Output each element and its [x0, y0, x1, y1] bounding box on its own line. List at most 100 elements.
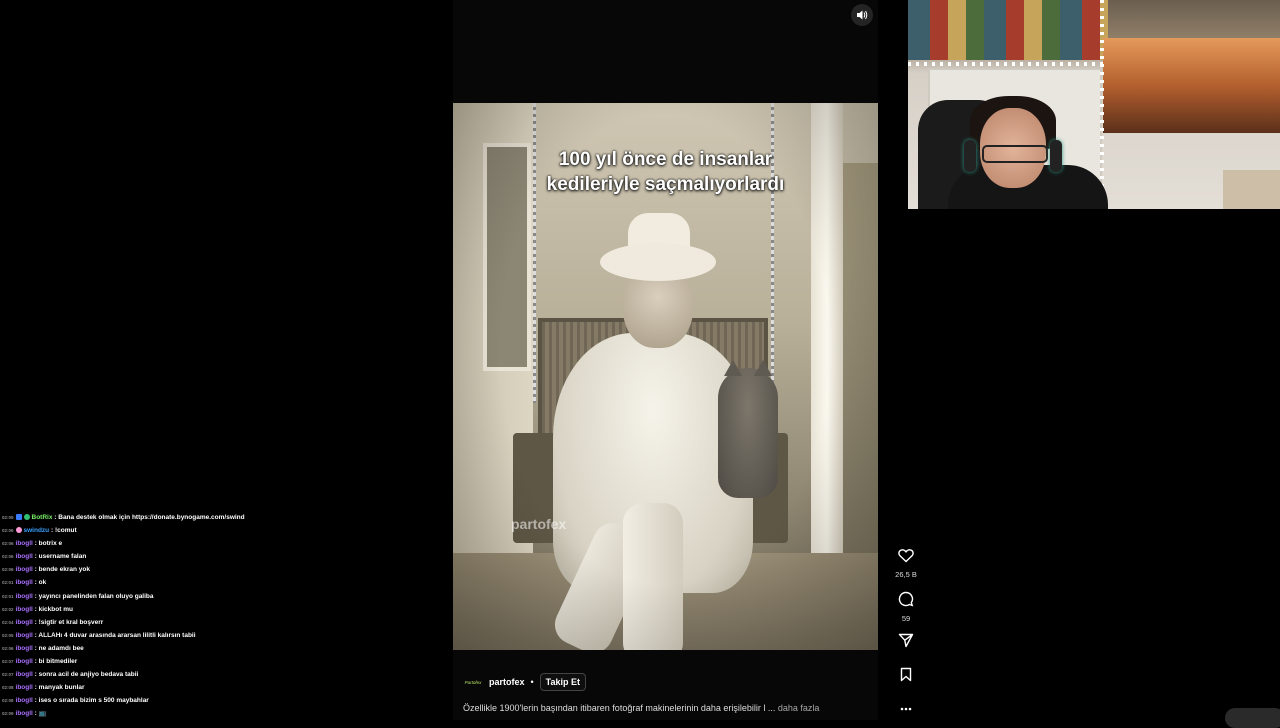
follow-button[interactable]: Takip Et — [539, 673, 587, 691]
webcam-overlay — [908, 0, 1280, 209]
headset — [964, 140, 976, 172]
chat-username[interactable]: ibogll — [16, 632, 33, 639]
glasses — [982, 145, 1048, 163]
send-icon — [898, 633, 914, 648]
chat-timestamp: 02:01 — [2, 580, 14, 586]
wall-posters — [908, 0, 1108, 60]
chat-message: 02:02 ibogll : kickbot mu — [2, 603, 422, 616]
chat-username[interactable]: ibogll — [16, 566, 33, 573]
chat-username[interactable]: ibogll — [16, 593, 33, 600]
chat-text: kickbot mu — [38, 605, 73, 613]
chat-message: 02:04 ibogll : !sigtir et kral boşverr — [2, 616, 422, 629]
chat-timestamp: 02:05 — [2, 515, 14, 520]
chat-timestamp: 02:06 — [2, 567, 14, 573]
chat-timestamp: 02:07 — [2, 672, 14, 678]
headset — [1050, 140, 1062, 172]
corner-widget — [1225, 708, 1280, 728]
avatar[interactable]: Partofex — [463, 675, 483, 689]
chat-username[interactable]: ibogll — [16, 684, 33, 691]
verified-badge-icon — [23, 514, 30, 521]
caption-line-1: 100 yıl önce de insanlar — [558, 149, 773, 170]
chat-username[interactable]: ibogll — [16, 606, 33, 613]
chat-text: manyak bunlar — [38, 684, 85, 692]
chat-text: !comut — [54, 527, 77, 535]
chat-username[interactable]: ibogll — [16, 579, 33, 586]
mute-button[interactable] — [851, 4, 873, 26]
description-text: Özellikle 1900'lerin başından itibaren f… — [463, 703, 776, 713]
chat-username[interactable]: ibogll — [16, 658, 33, 665]
chat-text: bi bitmediler — [38, 658, 78, 666]
chat-text: yayıncı panelinden falan oluyo galiba — [38, 592, 154, 600]
chat-text: 📺 — [38, 710, 47, 718]
bookmark-icon — [900, 667, 912, 682]
chat-username[interactable]: ibogll — [16, 710, 33, 717]
desk-shelf — [1223, 170, 1280, 209]
chat-username[interactable]: ibogll — [16, 540, 33, 547]
reel-video[interactable]: 100 yıl önce de insanlar kedileriyle saç… — [453, 103, 878, 650]
chat-message: 02:08 ibogll : ises o sırada bizim s 500 … — [2, 694, 422, 707]
chat-text: ises o sırada bizim s 500 maybahlar — [38, 697, 149, 705]
speaker-icon — [857, 10, 868, 20]
chat-message: 02:01 ibogll : ok — [2, 576, 422, 589]
chat-message: 02:07 ibogll : bi bitmediler — [2, 655, 422, 668]
chat-timestamp: 02:06 — [2, 554, 14, 560]
chat-message: 02:08 ibogll : manyak bunlar — [2, 681, 422, 694]
ellipsis-icon — [900, 707, 912, 711]
like-action[interactable]: 26,5 B — [893, 548, 919, 579]
chat-text: ALLAHı 4 duvar arasında ararsan lilitli … — [38, 631, 196, 639]
chat-username[interactable]: ibogll — [16, 619, 33, 626]
chat-text: ne adamdı bee — [38, 644, 84, 652]
more-link[interactable]: daha fazla — [778, 703, 820, 713]
chat-message: 02:06 ibogll : username falan — [2, 550, 422, 563]
more-options-button[interactable] — [893, 700, 919, 718]
chat-message: 02:06 ibogll : ne adamdı bee — [2, 642, 422, 655]
comment-count: 59 — [901, 614, 911, 623]
heart-icon — [898, 549, 914, 563]
led-strip — [908, 62, 1108, 66]
comment-icon — [898, 591, 914, 607]
chat-username[interactable]: ibogll — [16, 671, 33, 678]
chat-message: 02:07 ibogll : sonra acil de anjiyo bedav… — [2, 668, 422, 681]
caption-line-2: kedileriyle saçmalıyorlardı — [546, 174, 785, 195]
chat-username[interactable]: BotRix — [32, 514, 53, 521]
chat-text: Bana destek olmak için https://donate.by… — [58, 514, 245, 521]
bot-badge-icon — [15, 514, 22, 521]
chat-username[interactable]: ibogll — [16, 553, 33, 560]
chat-text: ok — [38, 579, 47, 587]
video-caption: 100 yıl önce de insanlar kedileriyle saç… — [453, 147, 878, 197]
chat-timestamp: 02:06 — [2, 528, 14, 534]
chat-timestamp: 02:06 — [2, 645, 14, 651]
chat-text: sonra acil de anjiyo bedava tabii — [38, 671, 139, 679]
chat-message: 02:05 BotRix : Bana destek olmak için htt… — [2, 511, 422, 524]
account-row: Partofex partofex • Takip Et — [463, 673, 587, 691]
chat-timestamp: 02:08 — [2, 698, 14, 704]
user-badge-icon — [15, 527, 22, 534]
chat-message: 02:05 ibogll : ALLAHı 4 duvar arasında ar… — [2, 629, 422, 642]
chat-timestamp: 02:09 — [2, 711, 14, 717]
chat-timestamp: 02:08 — [2, 685, 14, 691]
separator-dot: • — [530, 677, 534, 687]
chat-text: bende ekran yok — [38, 566, 90, 574]
save-button[interactable] — [893, 667, 919, 687]
chat-timestamp: 02:02 — [2, 606, 14, 612]
chat-timestamp: 02:04 — [2, 619, 14, 625]
share-button[interactable] — [893, 633, 919, 653]
chat-username[interactable]: swindzu — [24, 527, 50, 534]
chat-text: !sigtir et kral boşverr — [38, 618, 104, 626]
chat-text: username falan — [38, 553, 87, 561]
comment-action[interactable]: 59 — [893, 591, 919, 623]
username-link[interactable]: partofex — [489, 677, 525, 687]
sunset-painting — [1103, 38, 1280, 133]
chat-message: 02:06 ibogll : botrix e — [2, 537, 422, 550]
chat-message: 02:06 ibogll : bende ekran yok — [2, 563, 422, 576]
chat-text: botrix e — [38, 540, 63, 548]
chat-message: 02:09 ibogll : 📺 — [2, 707, 422, 720]
chat-overlay: 02:05 BotRix : Bana destek olmak için htt… — [2, 511, 422, 721]
chat-message: 02:01 ibogll : yayıncı panelinden falan o… — [2, 590, 422, 603]
chat-timestamp: 02:05 — [2, 632, 14, 638]
reel-description: Özellikle 1900'lerin başından itibaren f… — [463, 703, 819, 713]
chat-timestamp: 02:06 — [2, 541, 14, 547]
chat-username[interactable]: ibogll — [16, 645, 33, 652]
chat-username[interactable]: ibogll — [16, 697, 33, 704]
video-watermark: partofex — [511, 516, 567, 532]
